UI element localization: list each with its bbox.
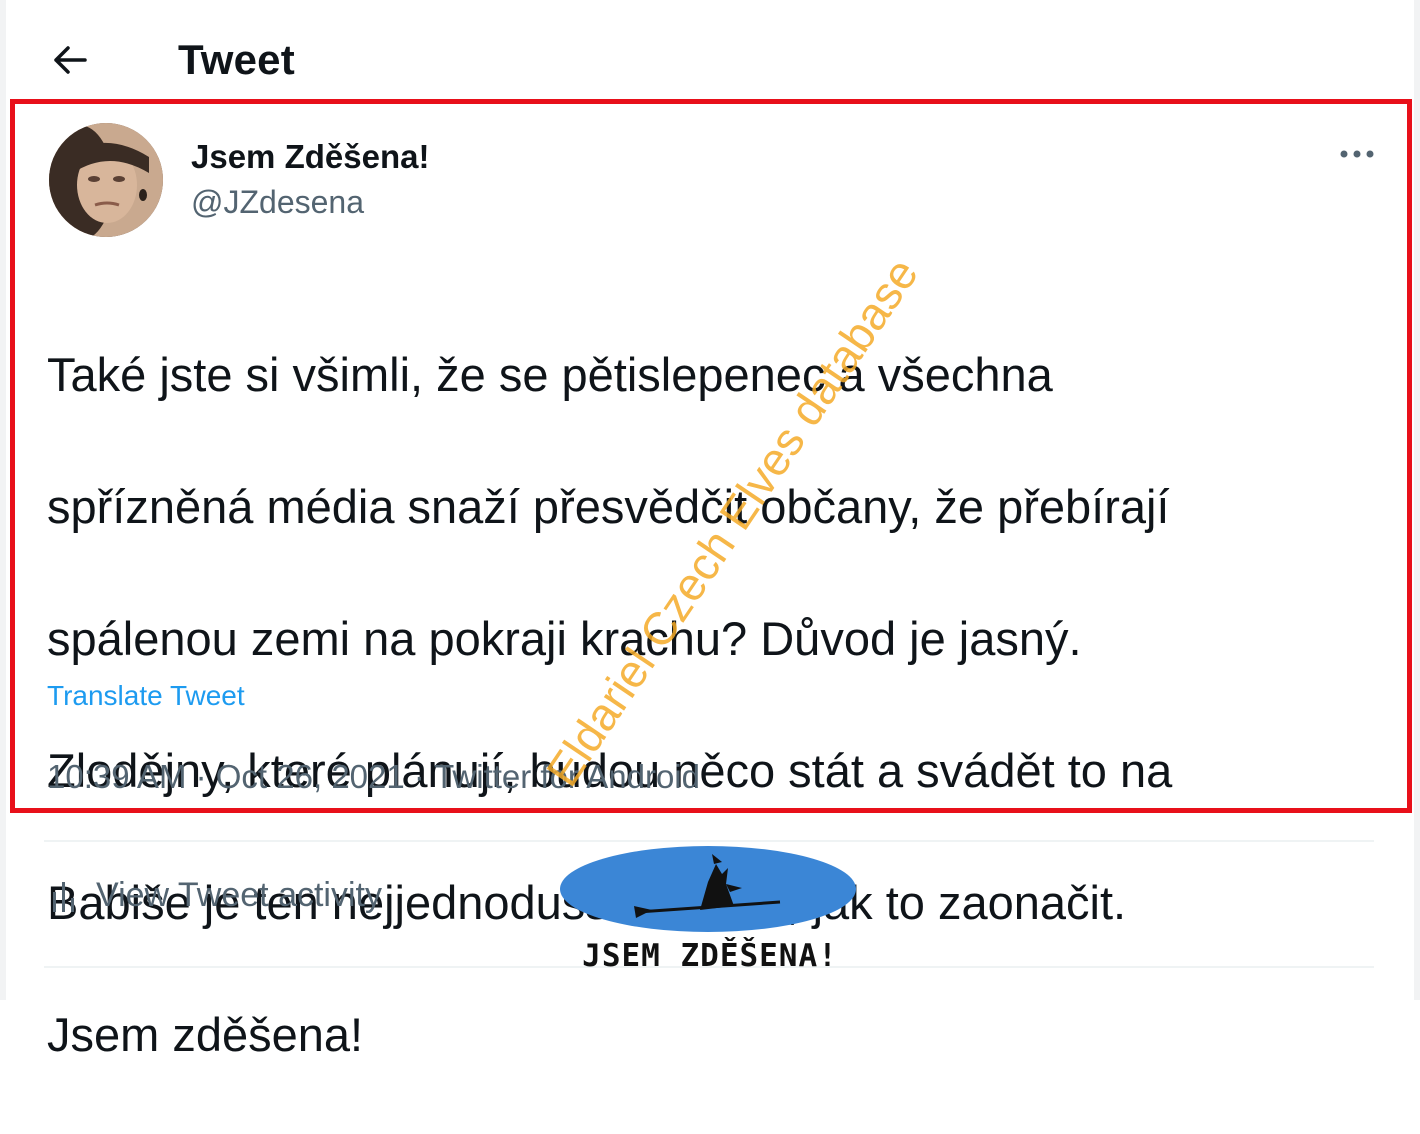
meta-separator: · — [404, 758, 435, 795]
tweet-time[interactable]: 10:39 AM — [47, 758, 186, 796]
header: Tweet — [0, 0, 1420, 100]
meta-separator: · — [186, 758, 216, 795]
more-button[interactable] — [1335, 142, 1379, 166]
page-title: Tweet — [178, 36, 295, 83]
bar-chart-icon — [53, 881, 74, 912]
tweet-text-line: spálenou zemi na pokraji krachu? Důvod j… — [47, 612, 1082, 665]
logo-text: JSEM ZDĚŠENA! — [582, 938, 838, 974]
tweet-text-line: Jsem zděšena! — [47, 1008, 364, 1061]
avatar-image — [49, 123, 163, 237]
tweet-date[interactable]: Oct 26, 2021 — [216, 758, 405, 796]
tweet-meta: 10:39 AM · Oct 26, 2021 · Twitter for An… — [47, 758, 700, 796]
view-tweet-activity-button[interactable]: View Tweet activity — [50, 876, 382, 915]
jsem-zdesena-logo: JSEM ZDĚŠENA! — [560, 846, 860, 976]
back-button[interactable] — [44, 34, 96, 86]
tweet-text-line: spřízněná média snaží přesvědčit občany,… — [47, 480, 1170, 533]
more-horizontal-icon — [1340, 150, 1374, 158]
tweet-source[interactable]: Twitter for Android — [434, 758, 700, 796]
arrow-left-icon — [54, 46, 87, 74]
view-tweet-activity-label: View Tweet activity — [96, 876, 382, 914]
divider — [44, 840, 1374, 842]
tweet-card: Jsem Zděšena! @JZdesena Také jste si vši… — [10, 99, 1412, 1061]
user-handle[interactable]: @JZdesena — [191, 184, 364, 221]
tweet-text: Také jste si všimli, že se pětislepenec … — [47, 276, 1387, 1134]
avatar[interactable] — [49, 123, 163, 237]
tweet-text-line: Také jste si všimli, že se pětislepenec … — [47, 348, 1053, 401]
display-name[interactable]: Jsem Zděšena! — [191, 138, 429, 176]
translate-tweet-link[interactable]: Translate Tweet — [47, 680, 245, 712]
witch-on-broom-icon — [634, 854, 781, 918]
